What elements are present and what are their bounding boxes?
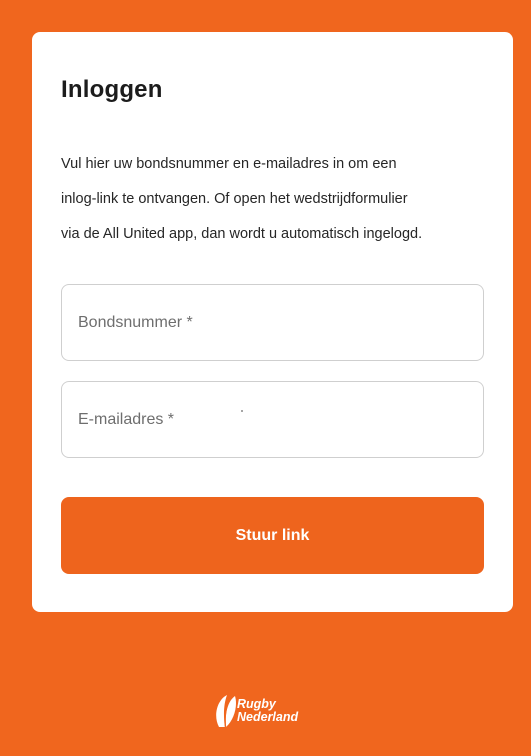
intro-line: Vul hier uw bondsnummer en e-mailadres i…: [61, 156, 397, 172]
send-link-button[interactable]: Stuur link: [61, 497, 484, 574]
text-cursor-mark: [241, 410, 243, 412]
rugby-ball-logo-icon: [216, 695, 236, 728]
email-field[interactable]: [61, 381, 484, 458]
member-number-input[interactable]: [62, 285, 483, 360]
page-title: Inloggen: [61, 76, 163, 103]
rugby-nederland-logo: Rugby Nederland: [215, 694, 325, 738]
intro-text: Vul hier uw bondsnummer en e-mailadres i…: [61, 147, 501, 252]
member-number-field[interactable]: [61, 284, 484, 361]
intro-line: via de All United app, dan wordt u autom…: [61, 226, 423, 242]
logo-line-nederland: Nederland: [237, 710, 299, 724]
email-input[interactable]: [62, 382, 483, 457]
logo-wordmark: Rugby Nederland: [237, 698, 298, 724]
login-card: Inloggen Vul hier uw bondsnummer en e-ma…: [32, 32, 513, 612]
intro-line: inlog-link te ontvangen. Of open het wed…: [61, 191, 408, 207]
